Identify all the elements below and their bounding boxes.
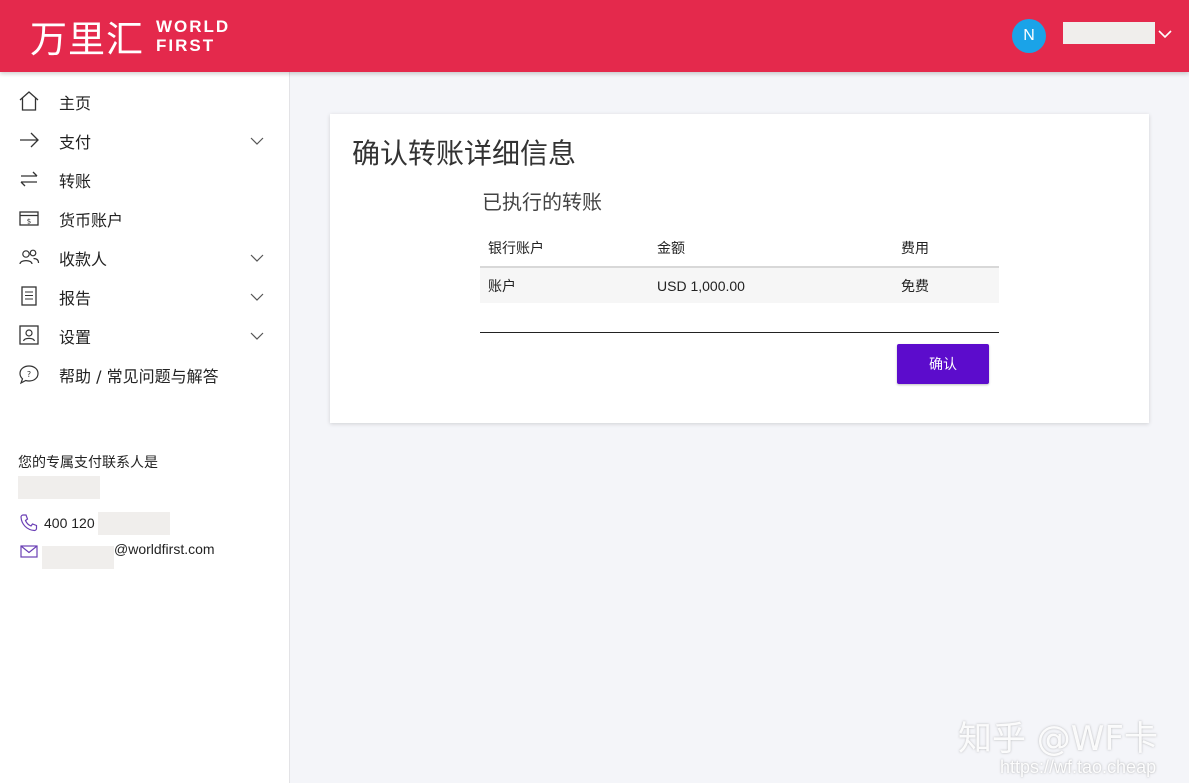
wallet-icon: $	[19, 211, 39, 226]
sidebar-item-label: 主页	[59, 93, 92, 113]
worldfirst-logo[interactable]: 万里汇 WORLD FIRST	[30, 12, 230, 61]
contact-email[interactable]: @worldfirst.com	[18, 539, 278, 569]
chevron-down-icon	[250, 332, 264, 340]
divider	[480, 332, 999, 333]
transfer-arrows-icon	[20, 171, 38, 187]
contact-name-redacted	[18, 476, 100, 499]
column-header-fee: 费用	[901, 241, 929, 257]
report-icon	[21, 286, 37, 306]
chat-bubble-icon: ?	[19, 365, 39, 385]
phone-icon	[20, 514, 38, 532]
logo-english-line1: WORLD	[156, 17, 231, 36]
contact-title: 您的专属支付联系人是	[18, 455, 158, 471]
sidebar-item-payees[interactable]: 收款人	[0, 238, 289, 277]
table-header: 银行账户 金额 费用	[480, 230, 999, 268]
column-header-bank-account: 银行账户	[488, 241, 544, 257]
sidebar-item-currency-accounts[interactable]: $ 货币账户	[0, 199, 289, 238]
sidebar-item-label: 收款人	[59, 249, 108, 269]
contact-email-domain: @worldfirst.com	[114, 541, 215, 557]
sidebar-item-reports[interactable]: 报告	[0, 277, 289, 316]
chevron-down-icon	[250, 293, 264, 301]
chevron-down-icon[interactable]	[1157, 26, 1173, 42]
sidebar-item-label: 设置	[59, 327, 92, 347]
logo-english-line2: FIRST	[156, 36, 216, 55]
section-title: 已执行的转账	[482, 190, 602, 214]
sidebar-item-label: 报告	[59, 288, 92, 308]
column-header-amount: 金额	[657, 241, 685, 257]
contact-email-redacted	[42, 545, 114, 569]
confirm-transfer-card: 确认转账详细信息 已执行的转账 银行账户 金额 费用 账户 USD 1,000.…	[330, 114, 1149, 423]
profile-card-icon	[19, 325, 39, 345]
sidebar-item-label: 帮助 / 常见问题与解答	[59, 366, 219, 386]
sidebar-item-transfer[interactable]: 转账	[0, 160, 289, 199]
sidebar-item-settings[interactable]: 设置	[0, 316, 289, 355]
table-row: 账户 USD 1,000.00 免费	[480, 268, 999, 303]
logo-english-text: WORLD FIRST	[156, 17, 230, 55]
sidebar: 主页 支付 转账 $ 货币账户 收款人 报告 设置 ? 帮助 / 常见问题与解答…	[0, 72, 290, 783]
sidebar-item-home[interactable]: 主页	[0, 82, 289, 121]
user-avatar[interactable]: N	[1012, 19, 1046, 53]
svg-text:?: ?	[27, 370, 31, 379]
contact-phone-redacted	[97, 511, 170, 535]
logo-chinese-text: 万里汇	[30, 18, 144, 61]
mail-icon	[20, 545, 38, 558]
dedicated-contact: 您的专属支付联系人是 400 120 @worldfirst.com	[18, 452, 278, 569]
sidebar-item-help[interactable]: ? 帮助 / 常见问题与解答	[0, 355, 289, 394]
watermark-text: 知乎 @WF卡	[958, 719, 1158, 759]
sidebar-item-label: 支付	[59, 132, 92, 152]
top-bar: 万里汇 WORLD FIRST N	[0, 0, 1189, 72]
users-icon	[19, 249, 40, 265]
sidebar-item-pay[interactable]: 支付	[0, 121, 289, 160]
user-name-redacted[interactable]	[1063, 22, 1155, 44]
confirm-button[interactable]: 确认	[897, 344, 989, 384]
cell-fee: 免费	[901, 278, 929, 295]
contact-phone[interactable]: 400 120	[18, 511, 278, 535]
contact-phone-prefix: 400 120	[44, 515, 95, 531]
chevron-down-icon	[250, 137, 264, 145]
watermark-url: https://wf.tao.cheap	[1000, 757, 1157, 777]
transfer-table: 银行账户 金额 费用 账户 USD 1,000.00 免费	[480, 230, 999, 303]
sidebar-item-label: 货币账户	[59, 210, 124, 230]
page-title: 确认转账详细信息	[352, 137, 577, 170]
sidebar-nav: 主页 支付 转账 $ 货币账户 收款人 报告 设置 ? 帮助 / 常见问题与解答	[0, 82, 289, 394]
home-icon	[19, 91, 39, 111]
chevron-down-icon	[250, 254, 264, 262]
sidebar-item-label: 转账	[59, 171, 92, 191]
cell-amount: USD 1,000.00	[657, 277, 745, 294]
arrow-right-icon	[20, 132, 39, 148]
cell-bank-account: 账户	[488, 278, 516, 295]
svg-text:$: $	[27, 218, 31, 226]
